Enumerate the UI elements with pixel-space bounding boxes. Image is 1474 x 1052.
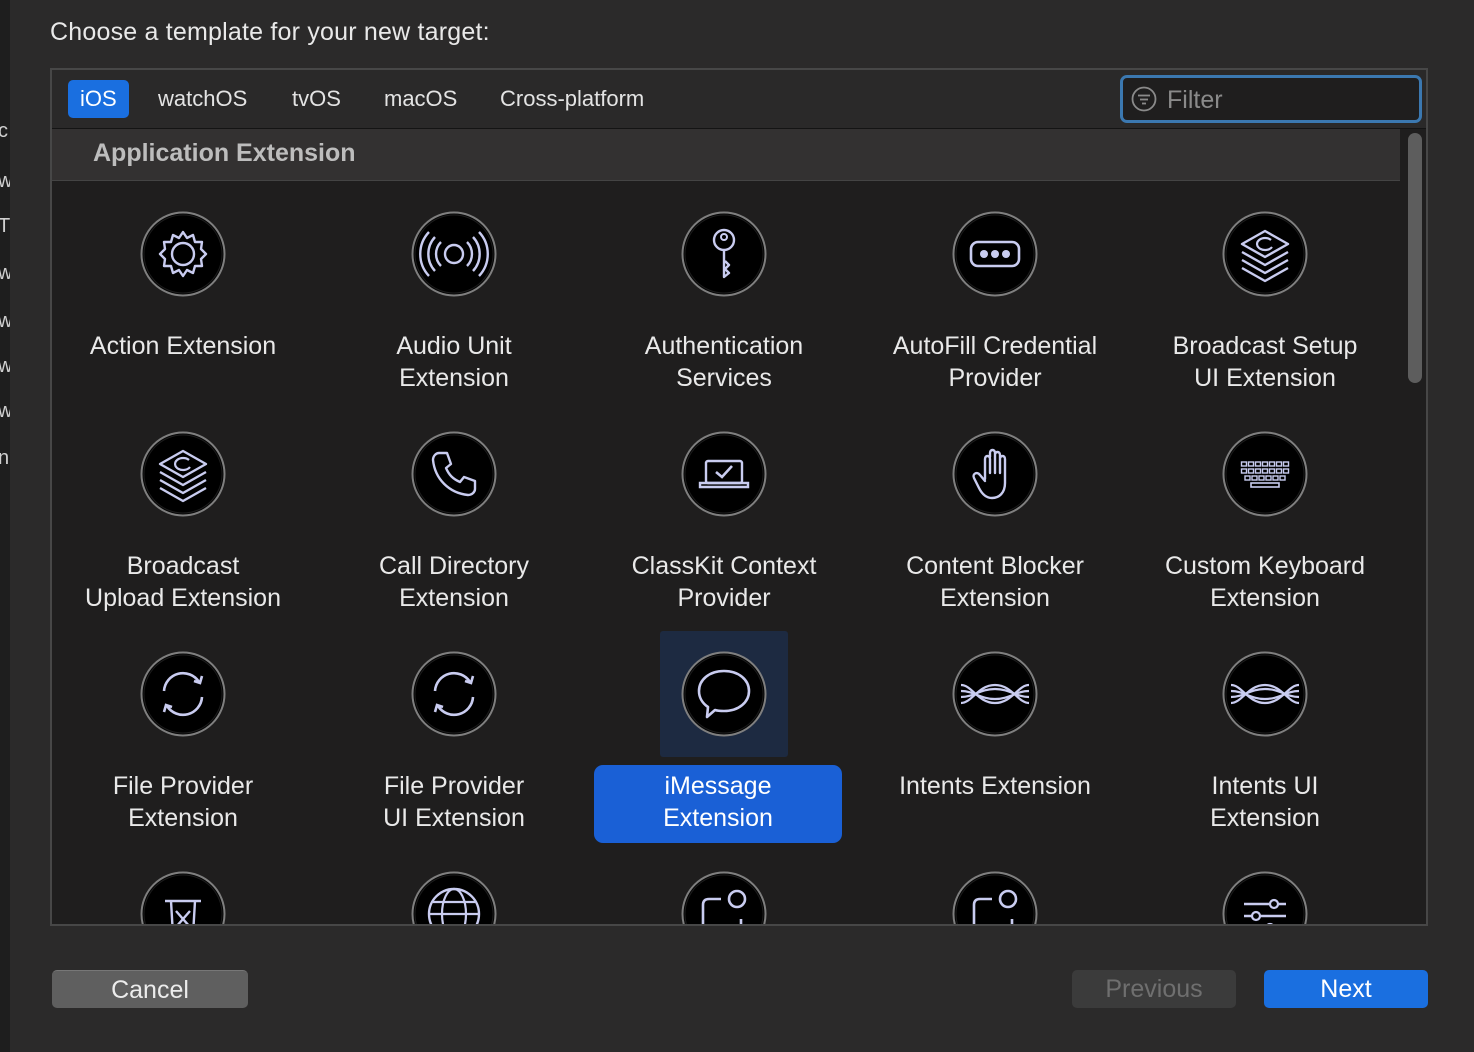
trash-icon bbox=[140, 871, 226, 924]
previous-button[interactable]: Previous bbox=[1072, 970, 1236, 1008]
template-intents-extension[interactable]: Intents Extension bbox=[865, 631, 1125, 841]
hand-icon bbox=[952, 431, 1038, 517]
cancel-button[interactable]: Cancel bbox=[52, 970, 248, 1008]
template-label: File Provider UI Extension bbox=[383, 772, 525, 832]
template-icon-container bbox=[119, 851, 247, 924]
template-icon-container bbox=[931, 851, 1059, 924]
filter-field[interactable] bbox=[1120, 75, 1422, 123]
key-icon bbox=[681, 211, 767, 297]
tab-tvos[interactable]: tvOS bbox=[280, 80, 353, 118]
sliders-icon bbox=[1222, 871, 1308, 924]
template-label: AutoFill Credential Provider bbox=[892, 332, 1098, 392]
notification-icon bbox=[681, 871, 767, 924]
template-icon-container bbox=[119, 631, 247, 757]
section-header: Application Extension bbox=[52, 129, 1400, 181]
new-target-sheet: Choose a template for your new target: i… bbox=[10, 0, 1474, 1052]
template-action-extension[interactable]: Action Extension bbox=[53, 191, 313, 401]
template-icon-container bbox=[390, 191, 518, 317]
platform-tab-bar: iOS watchOS tvOS macOS Cross-platform bbox=[52, 70, 1426, 129]
template-template-17[interactable] bbox=[594, 851, 854, 924]
sheet-title: Choose a template for your new target: bbox=[50, 18, 490, 46]
template-icon-container bbox=[1201, 411, 1329, 537]
template-chooser: iOS watchOS tvOS macOS Cross-platform Ap… bbox=[50, 68, 1428, 926]
template-custom-keyboard-extension[interactable]: Custom Keyboard Extension bbox=[1135, 411, 1395, 621]
template-icon-container bbox=[660, 191, 788, 317]
template-icon-container bbox=[119, 191, 247, 317]
template-icon-container bbox=[931, 191, 1059, 317]
next-button[interactable]: Next bbox=[1264, 970, 1428, 1008]
template-file-provider-ui-extension[interactable]: File Provider UI Extension bbox=[324, 631, 584, 841]
template-label: Intents Extension bbox=[899, 772, 1091, 800]
tab-ios[interactable]: iOS bbox=[68, 80, 129, 118]
template-icon-container bbox=[660, 411, 788, 537]
template-icon-container bbox=[390, 411, 518, 537]
template-list: Application Extension Action Extension Au… bbox=[52, 129, 1426, 924]
template-icon-container bbox=[1201, 191, 1329, 317]
template-content-blocker-extension[interactable]: Content Blocker Extension bbox=[865, 411, 1125, 621]
template-label: Content Blocker Extension bbox=[906, 552, 1084, 612]
template-icon-container bbox=[660, 851, 788, 924]
template-intents-ui-extension[interactable]: Intents UI Extension bbox=[1135, 631, 1395, 841]
template-icon-container bbox=[1201, 631, 1329, 757]
tab-watchos[interactable]: watchOS bbox=[146, 80, 259, 118]
template-template-16[interactable] bbox=[324, 851, 584, 924]
template-label: Broadcast Setup UI Extension bbox=[1172, 332, 1358, 392]
filter-input[interactable] bbox=[1165, 82, 1409, 118]
template-label: Custom Keyboard Extension bbox=[1164, 552, 1366, 612]
broadcast-stack-icon bbox=[140, 431, 226, 517]
template-icon-container bbox=[390, 631, 518, 757]
template-label: Call Directory Extension bbox=[378, 552, 530, 612]
template-template-15[interactable] bbox=[53, 851, 313, 924]
scrollbar[interactable] bbox=[1404, 129, 1426, 924]
template-label: Intents UI Extension bbox=[1210, 772, 1320, 832]
template-file-provider-extension[interactable]: File Provider Extension bbox=[53, 631, 313, 841]
phone-icon bbox=[411, 431, 497, 517]
template-template-18[interactable] bbox=[865, 851, 1125, 924]
section-title: Application Extension bbox=[93, 139, 356, 167]
template-authentication-services[interactable]: Authentication Services bbox=[594, 191, 854, 401]
template-label: ClassKit Context Provider bbox=[631, 552, 817, 612]
sync-arrows-icon bbox=[140, 651, 226, 737]
template-call-directory-extension[interactable]: Call Directory Extension bbox=[324, 411, 584, 621]
password-dots-icon bbox=[952, 211, 1038, 297]
classkit-laptop-icon bbox=[681, 431, 767, 517]
template-icon-container bbox=[931, 411, 1059, 537]
keyboard-icon bbox=[1222, 431, 1308, 517]
template-broadcast-setup-ui-extension[interactable]: Broadcast Setup UI Extension bbox=[1135, 191, 1395, 401]
template-icon-container bbox=[1201, 851, 1329, 924]
template-autofill-credential-provider[interactable]: AutoFill Credential Provider bbox=[865, 191, 1125, 401]
template-broadcast-upload-extension[interactable]: Broadcast Upload Extension bbox=[53, 411, 313, 621]
template-audio-unit-extension[interactable]: Audio Unit Extension bbox=[324, 191, 584, 401]
template-label: iMessage Extension bbox=[594, 765, 842, 843]
template-template-19[interactable] bbox=[1135, 851, 1395, 924]
sync-arrows-icon bbox=[411, 651, 497, 737]
template-icon-container bbox=[119, 411, 247, 537]
intents-waves-icon bbox=[952, 651, 1038, 737]
template-label: File Provider Extension bbox=[112, 772, 254, 832]
template-label: Action Extension bbox=[89, 332, 277, 360]
scrollbar-thumb[interactable] bbox=[1408, 133, 1422, 383]
tab-macos[interactable]: macOS bbox=[372, 80, 469, 118]
notification-icon bbox=[952, 871, 1038, 924]
template-label: Broadcast Upload Extension bbox=[85, 552, 281, 612]
template-icon-container bbox=[660, 631, 788, 757]
template-classkit-context-provider[interactable]: ClassKit Context Provider bbox=[594, 411, 854, 621]
globe-icon bbox=[411, 871, 497, 924]
intents-waves-icon bbox=[1222, 651, 1308, 737]
message-bubble-icon bbox=[681, 651, 767, 737]
template-imessage-extension[interactable]: iMessage Extension bbox=[594, 631, 854, 843]
audio-waves-icon bbox=[411, 211, 497, 297]
gear-icon bbox=[140, 211, 226, 297]
broadcast-stack-icon bbox=[1222, 211, 1308, 297]
template-label: Authentication Services bbox=[644, 332, 804, 392]
template-label: Audio Unit Extension bbox=[396, 332, 512, 392]
template-icon-container bbox=[390, 851, 518, 924]
tab-cross-platform[interactable]: Cross-platform bbox=[488, 80, 656, 118]
template-icon-container bbox=[931, 631, 1059, 757]
filter-icon bbox=[1131, 86, 1157, 112]
